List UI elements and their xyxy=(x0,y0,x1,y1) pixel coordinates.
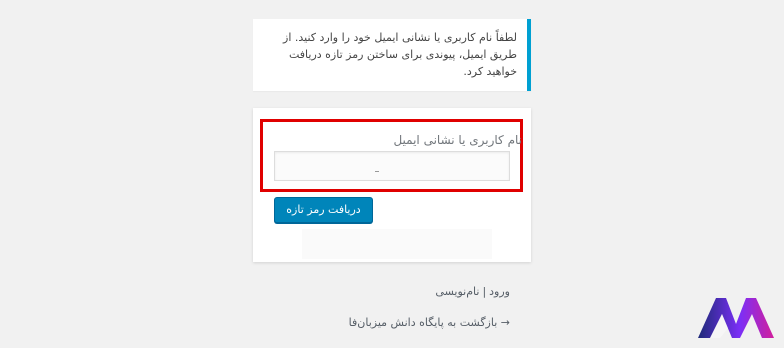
nav-separator: | xyxy=(482,285,487,298)
register-link[interactable]: نام‌نویسی xyxy=(435,285,479,298)
captcha-area xyxy=(302,229,492,259)
info-message-text: لطفاً نام کاربری یا نشانی ایمیل خود را و… xyxy=(283,31,517,78)
login-register-nav: ورود|نام‌نویسی xyxy=(435,285,510,298)
username-email-input[interactable] xyxy=(274,151,510,181)
input-caret xyxy=(375,171,379,172)
password-reset-page: لطفاً نام کاربری یا نشانی ایمیل خود را و… xyxy=(0,0,784,348)
login-link[interactable]: ورود xyxy=(489,285,510,298)
mizbanfa-logo-icon[interactable] xyxy=(696,294,776,340)
back-to-site-link[interactable]: → بازگشت به پایگاه دانش میزبان‌فا xyxy=(349,316,510,329)
username-email-label: نام کاربری یا نشانی ایمیل xyxy=(393,133,522,147)
info-message: لطفاً نام کاربری یا نشانی ایمیل خود را و… xyxy=(253,19,531,91)
get-new-password-button[interactable]: دریافت رمز تازه xyxy=(274,197,373,223)
